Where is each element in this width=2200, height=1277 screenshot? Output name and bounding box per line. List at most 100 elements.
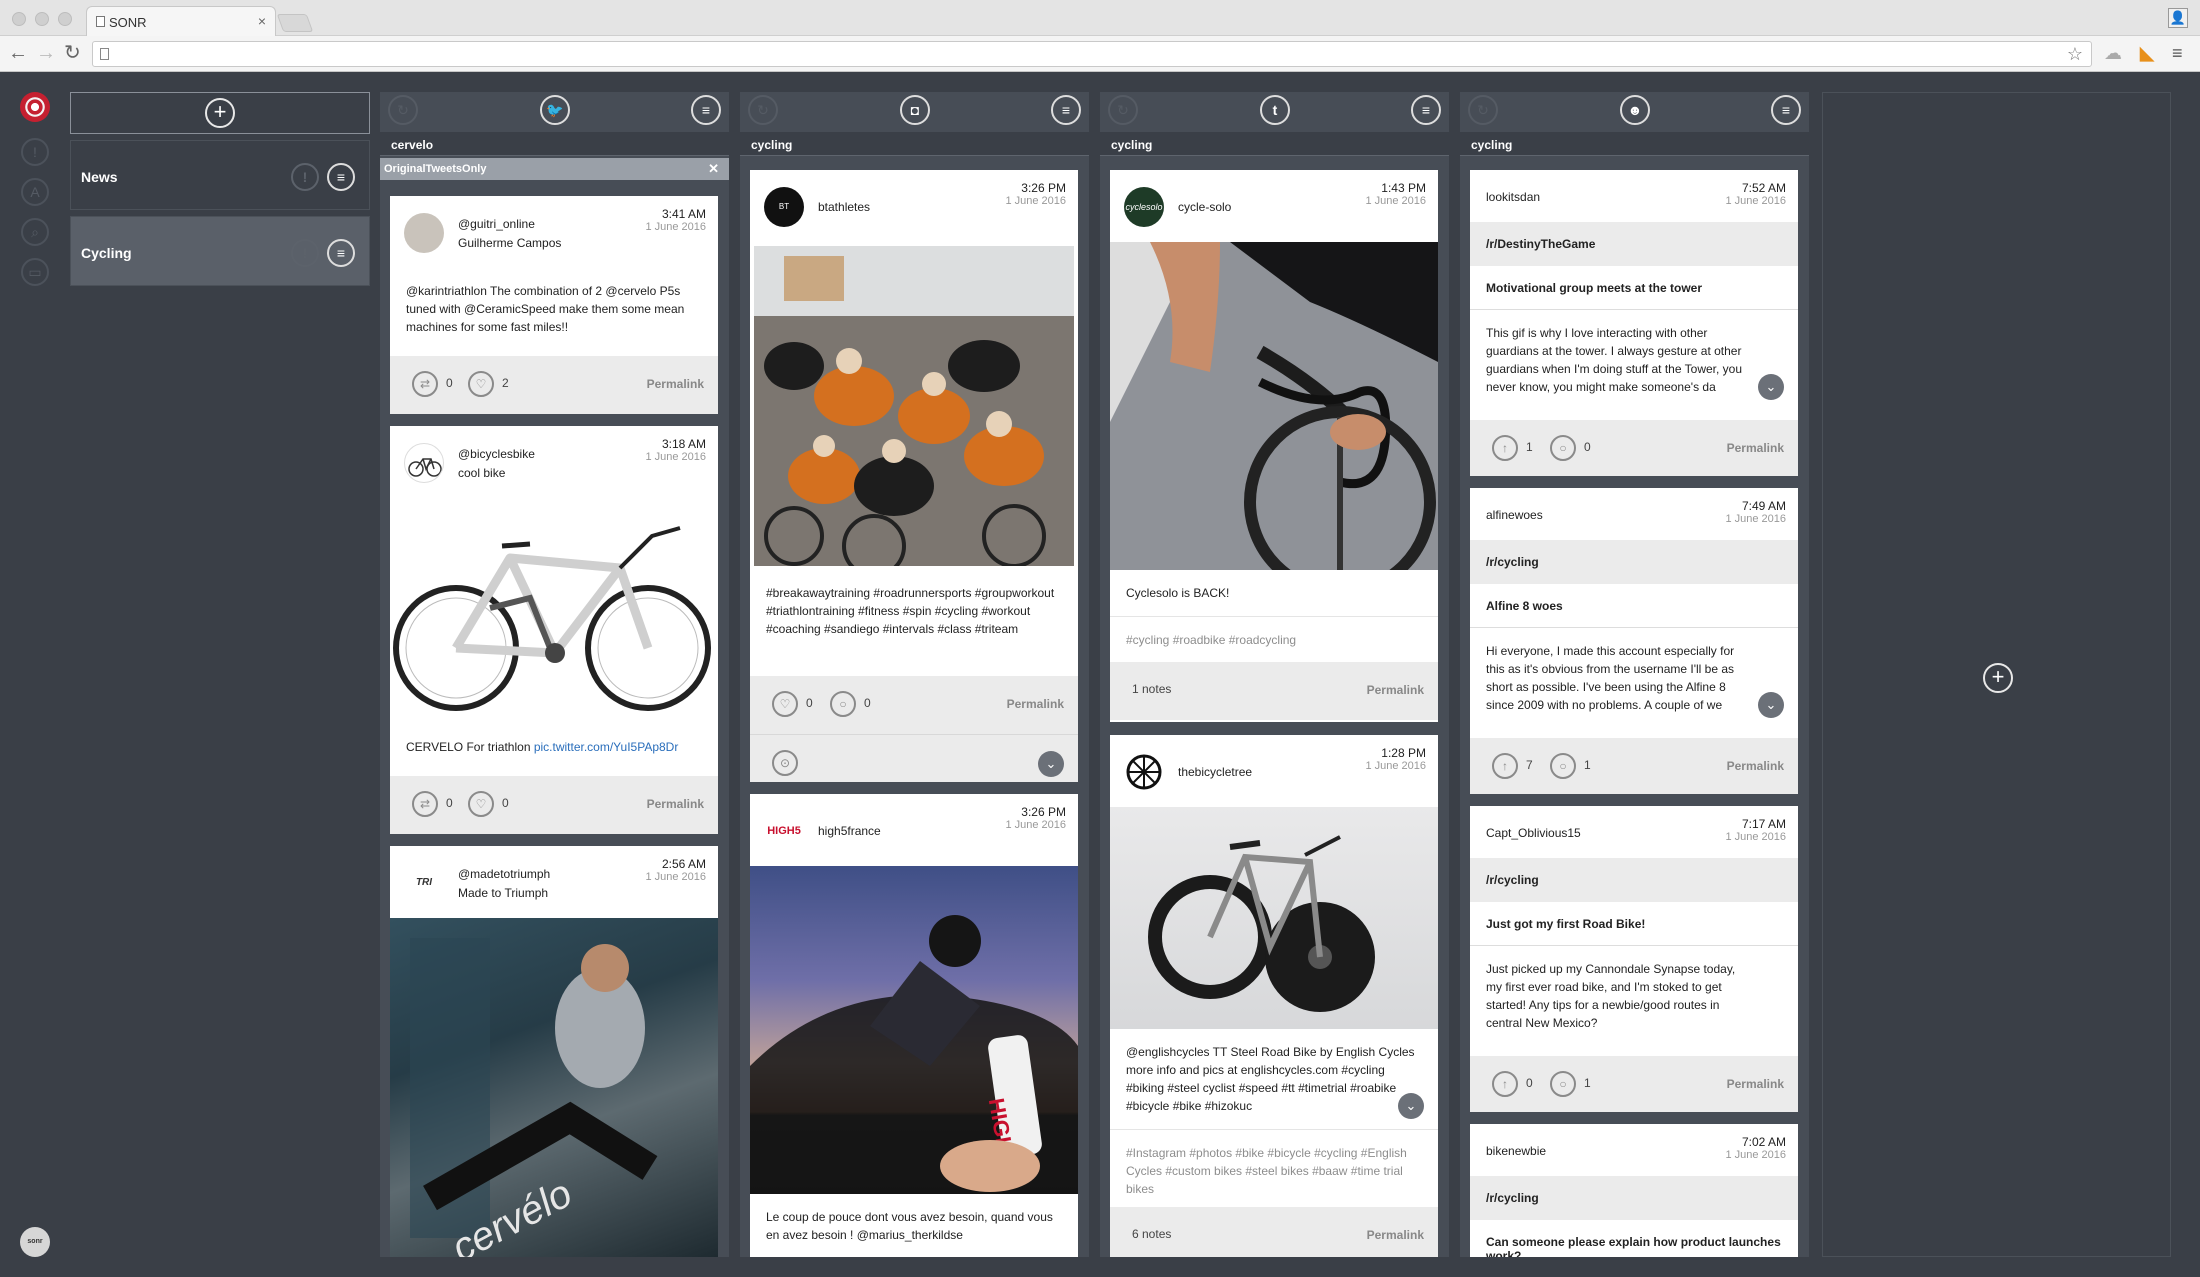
refresh-icon[interactable]: ↻ — [748, 95, 778, 125]
location-pin-icon[interactable]: ⊙ — [772, 750, 798, 776]
column-menu-icon[interactable]: ≡ — [1051, 95, 1081, 125]
avatar[interactable]: TRI — [404, 863, 444, 903]
menu-icon[interactable]: ≡ — [2172, 43, 2183, 63]
subreddit-label[interactable]: /r/cycling — [1470, 540, 1798, 584]
chevron-down-icon[interactable]: ⌄ — [1758, 374, 1784, 400]
post-title[interactable]: Just got my first Road Bike! — [1470, 902, 1798, 946]
post-tags[interactable]: #Instagram #photos #bike #bicycle #cycli… — [1110, 1129, 1438, 1207]
browser-tab[interactable]: SONR × — [86, 6, 276, 36]
instagram-icon[interactable]: ◘ — [900, 95, 930, 125]
subreddit-label[interactable]: /r/cycling — [1470, 858, 1798, 902]
heart-icon[interactable]: ♡ — [468, 791, 494, 817]
person-icon[interactable]: 👤 — [2168, 8, 2188, 28]
heart-icon[interactable]: ♡ — [772, 691, 798, 717]
reload-icon[interactable]: ↻ — [64, 43, 81, 63]
tweet-handle[interactable]: @guitri_online — [458, 217, 535, 231]
bookmark-star-icon[interactable]: ☆ — [2067, 44, 2083, 65]
avatar[interactable] — [1124, 752, 1164, 792]
tweet-handle[interactable]: @madetotriumph — [458, 867, 550, 881]
settings-icon[interactable]: ▭ — [21, 258, 49, 286]
post-image[interactable] — [390, 498, 718, 724]
tweet-link[interactable]: pic.twitter.com/YuI5PAp8Dr — [534, 740, 679, 754]
permalink[interactable]: Permalink — [647, 377, 704, 391]
sonr-badge[interactable]: sonr — [20, 1227, 50, 1257]
add-stream-icon[interactable]: + — [205, 98, 235, 128]
refresh-icon[interactable]: ↻ — [388, 95, 418, 125]
avatar[interactable] — [404, 443, 444, 483]
upvote-icon[interactable]: ↑ — [1492, 1071, 1518, 1097]
post-image[interactable]: cervélo — [390, 918, 718, 1257]
chevron-down-icon[interactable]: ⌄ — [1398, 1093, 1424, 1119]
post-title[interactable]: Alfine 8 woes — [1470, 584, 1798, 628]
avatar[interactable]: BT — [764, 187, 804, 227]
window-controls[interactable] — [12, 12, 72, 26]
add-column-icon[interactable]: + — [1983, 663, 2013, 693]
remove-filter-icon[interactable]: ✕ — [708, 161, 719, 177]
post-user[interactable]: cycle-solo — [1178, 200, 1231, 214]
sonr-logo[interactable] — [20, 92, 50, 122]
avatar[interactable] — [404, 213, 444, 253]
refresh-icon[interactable]: ↻ — [1108, 95, 1138, 125]
post-tags[interactable]: #cycling #roadbike #roadcycling — [1110, 616, 1438, 662]
permalink[interactable]: Permalink — [647, 797, 704, 811]
filter-menu-icon[interactable]: ≡ — [327, 239, 355, 267]
comment-icon[interactable]: ○ — [1550, 753, 1576, 779]
alert-icon[interactable]: ! — [21, 138, 49, 166]
chevron-down-icon[interactable]: ⌄ — [1758, 692, 1784, 718]
rss-icon[interactable]: ◣ — [2140, 43, 2154, 63]
post-user[interactable]: bikenewbie — [1486, 1144, 1546, 1158]
post-image[interactable]: HIGH5 — [750, 866, 1078, 1194]
post-title[interactable]: Motivational group meets at the tower — [1470, 266, 1798, 310]
refresh-icon[interactable]: ↻ — [1468, 95, 1498, 125]
heart-icon[interactable]: ♡ — [468, 371, 494, 397]
post-user[interactable]: lookitsdan — [1486, 190, 1540, 204]
extension-cloud-icon[interactable]: ☁ — [2104, 43, 2122, 63]
stream-item-news[interactable]: News ! ≡ — [70, 140, 370, 210]
column-menu-icon[interactable]: ≡ — [691, 95, 721, 125]
comment-icon[interactable]: ○ — [1550, 435, 1576, 461]
tumblr-icon[interactable]: t — [1260, 95, 1290, 125]
user-icon[interactable]: A — [21, 178, 49, 206]
retweet-icon[interactable]: ⇄ — [412, 791, 438, 817]
new-tab-button[interactable] — [276, 14, 314, 32]
chevron-down-icon[interactable]: ⌄ — [1038, 751, 1064, 777]
stream-item-cycling[interactable]: Cycling ! ≡ — [70, 216, 370, 286]
alert-icon[interactable]: ! — [291, 163, 319, 191]
subreddit-label[interactable]: /r/cycling — [1470, 1176, 1798, 1220]
tab-close-icon[interactable]: × — [258, 13, 266, 29]
post-title[interactable]: Can someone please explain how product l… — [1470, 1220, 1798, 1257]
comment-icon[interactable]: ○ — [830, 691, 856, 717]
twitter-icon[interactable]: 🐦 — [540, 95, 570, 125]
post-user[interactable]: btathletes — [818, 200, 870, 214]
reddit-icon[interactable]: ☻ — [1620, 95, 1650, 125]
permalink[interactable]: Permalink — [1727, 1077, 1784, 1091]
post-user[interactable]: Capt_Oblivious15 — [1486, 826, 1581, 840]
retweet-icon[interactable]: ⇄ — [412, 371, 438, 397]
permalink[interactable]: Permalink — [1727, 759, 1784, 773]
add-stream-box[interactable]: + — [70, 92, 370, 134]
column-menu-icon[interactable]: ≡ — [1771, 95, 1801, 125]
permalink[interactable]: Permalink — [1727, 441, 1784, 455]
alert-icon[interactable]: ! — [291, 239, 319, 267]
avatar[interactable]: HIGH5 — [764, 811, 804, 851]
post-user[interactable]: thebicycletree — [1178, 765, 1252, 779]
permalink[interactable]: Permalink — [1007, 697, 1064, 711]
post-user[interactable]: alfinewoes — [1486, 508, 1543, 522]
subreddit-label[interactable]: /r/DestinyTheGame — [1470, 222, 1798, 266]
post-user[interactable]: high5france — [818, 824, 881, 838]
post-image[interactable] — [1110, 242, 1438, 570]
permalink[interactable]: Permalink — [1367, 1228, 1424, 1242]
comment-icon[interactable]: ○ — [1550, 1071, 1576, 1097]
tweet-handle[interactable]: @bicyclesbike — [458, 447, 535, 461]
address-bar[interactable]: ☆ — [92, 41, 2092, 67]
filter-menu-icon[interactable]: ≡ — [327, 163, 355, 191]
forward-icon[interactable]: → — [36, 43, 56, 63]
post-image[interactable] — [1110, 807, 1438, 1029]
upvote-icon[interactable]: ↑ — [1492, 753, 1518, 779]
avatar[interactable]: cyclesolo — [1124, 187, 1164, 227]
search-icon[interactable]: ⌕ — [21, 218, 49, 246]
post-image[interactable] — [750, 242, 1078, 570]
upvote-icon[interactable]: ↑ — [1492, 435, 1518, 461]
back-icon[interactable]: ← — [8, 43, 28, 63]
column-menu-icon[interactable]: ≡ — [1411, 95, 1441, 125]
